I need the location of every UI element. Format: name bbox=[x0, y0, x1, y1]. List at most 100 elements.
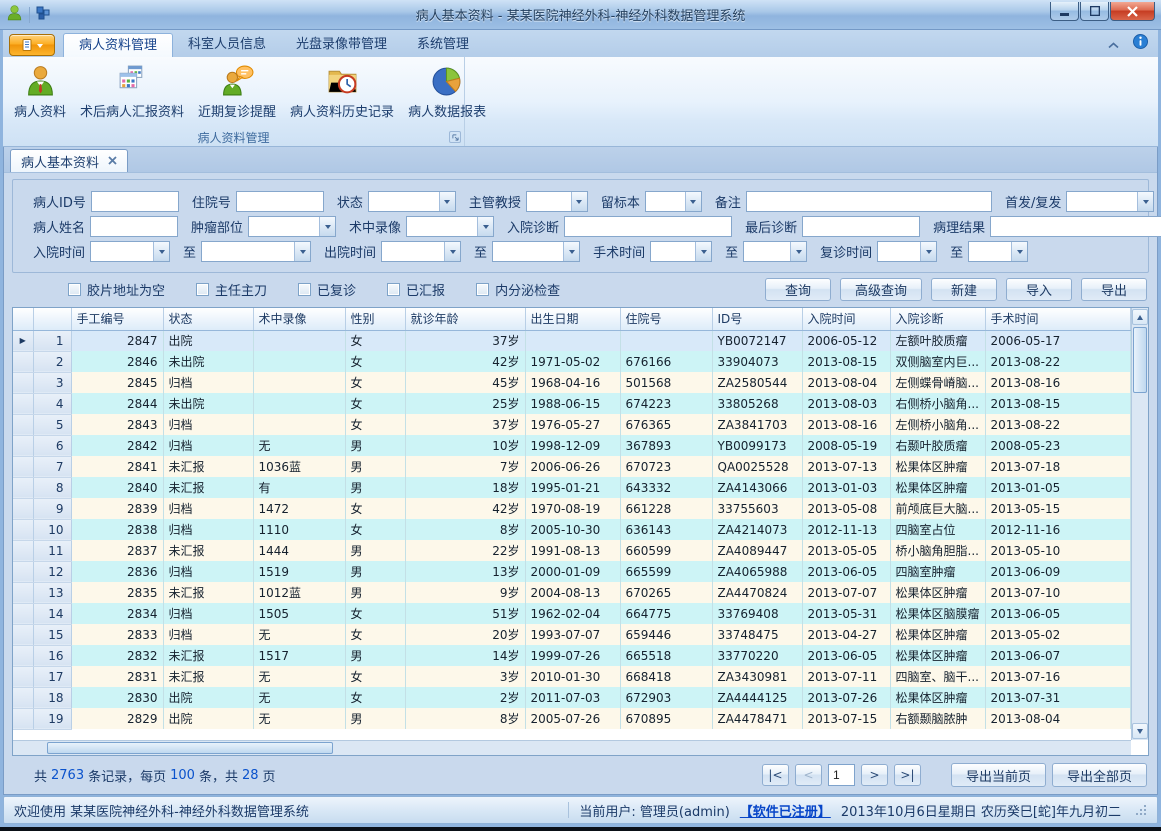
postop-report-button[interactable]: 术后病人汇报资料 bbox=[73, 61, 191, 123]
column-header[interactable]: 手术时间 bbox=[985, 308, 1131, 330]
ribbon-tab-department-staff[interactable]: 科室人员信息 bbox=[173, 33, 281, 57]
chevron-down-icon[interactable] bbox=[153, 242, 169, 261]
chevron-down-icon[interactable] bbox=[685, 192, 701, 211]
chevron-down-icon[interactable] bbox=[790, 242, 806, 261]
checkbox-icon[interactable] bbox=[196, 283, 209, 296]
chevron-down-icon[interactable] bbox=[477, 217, 493, 236]
checkbox-revisited[interactable]: 已复诊 bbox=[298, 280, 356, 299]
professor-combo[interactable] bbox=[526, 191, 588, 212]
chevron-down-icon[interactable] bbox=[444, 242, 460, 261]
admit-time-from-combo[interactable] bbox=[90, 241, 170, 262]
status-combo[interactable] bbox=[368, 191, 456, 212]
group-dialog-launcher-icon[interactable] bbox=[449, 131, 461, 143]
revisit-reminder-button[interactable]: 近期复诊提醒 bbox=[191, 61, 283, 123]
checkbox-icon[interactable] bbox=[298, 283, 311, 296]
scroll-up-icon[interactable] bbox=[1132, 309, 1148, 325]
tab-close-icon[interactable] bbox=[108, 154, 117, 169]
ribbon-tab-patient-management[interactable]: 病人资料管理 bbox=[63, 33, 173, 57]
table-row[interactable]: 62842归档无男10岁1998-12-09367893YB0099173200… bbox=[13, 435, 1131, 456]
checkbox-film-address-empty[interactable]: 胶片地址为空 bbox=[68, 280, 165, 299]
column-header[interactable]: 出生日期 bbox=[525, 308, 620, 330]
patient-report-button[interactable]: 病人数据报表 bbox=[401, 61, 493, 123]
column-header[interactable]: 术中录像 bbox=[253, 308, 345, 330]
table-row[interactable]: 132835未汇报1012蓝男9岁2004-08-13670265ZA44708… bbox=[13, 582, 1131, 603]
first-page-button[interactable]: |< bbox=[762, 764, 789, 786]
table-row[interactable]: 182830出院无女2岁2011-07-03672903ZA4444125201… bbox=[13, 687, 1131, 708]
final-diagnosis-input[interactable] bbox=[802, 216, 920, 237]
surgery-video-combo[interactable] bbox=[406, 216, 494, 237]
column-header[interactable]: 性别 bbox=[345, 308, 405, 330]
column-header[interactable]: 手工编号 bbox=[71, 308, 163, 330]
document-tab-patient-basic[interactable]: 病人基本资料 bbox=[10, 149, 128, 172]
quick-access-icon[interactable] bbox=[36, 5, 52, 25]
table-row[interactable]: 162832未汇报1517男14岁1999-07-266655183377022… bbox=[13, 645, 1131, 666]
info-icon[interactable] bbox=[1133, 34, 1148, 53]
checkbox-icon[interactable] bbox=[68, 283, 81, 296]
chevron-down-icon[interactable] bbox=[563, 242, 579, 261]
close-button[interactable] bbox=[1110, 2, 1155, 21]
new-button[interactable]: 新建 bbox=[931, 278, 997, 301]
revisit-time-to-combo[interactable] bbox=[968, 241, 1028, 262]
table-row[interactable]: 102838归档1110女8岁2005-10-30636143ZA4214073… bbox=[13, 519, 1131, 540]
vertical-scrollbar[interactable] bbox=[1131, 308, 1148, 740]
remarks-input[interactable] bbox=[746, 191, 992, 212]
collapse-ribbon-icon[interactable] bbox=[1108, 34, 1119, 53]
chevron-down-icon[interactable] bbox=[1137, 192, 1153, 211]
chevron-down-icon[interactable] bbox=[294, 242, 310, 261]
admit-time-to-combo[interactable] bbox=[201, 241, 311, 262]
import-button[interactable]: 导入 bbox=[1006, 278, 1072, 301]
chevron-down-icon[interactable] bbox=[1011, 242, 1027, 261]
tumor-site-combo[interactable] bbox=[248, 216, 336, 237]
table-row[interactable]: 152833归档无女20岁1993-07-0765944633748475201… bbox=[13, 624, 1131, 645]
chevron-down-icon[interactable] bbox=[319, 217, 335, 236]
table-row[interactable]: 192829出院无男8岁2005-07-26670895ZA4478471201… bbox=[13, 708, 1131, 729]
application-menu-button[interactable] bbox=[9, 34, 55, 56]
export-button[interactable]: 导出 bbox=[1081, 278, 1147, 301]
chevron-down-icon[interactable] bbox=[920, 242, 936, 261]
chevron-down-icon[interactable] bbox=[571, 192, 587, 211]
admission-diagnosis-input[interactable] bbox=[564, 216, 732, 237]
table-row[interactable]: ▶12847出院女37岁YB00721472006-05-12左额叶胶质瘤200… bbox=[13, 330, 1131, 351]
specimen-combo[interactable] bbox=[645, 191, 702, 212]
patient-id-input[interactable] bbox=[91, 191, 179, 212]
column-header[interactable]: 入院诊断 bbox=[890, 308, 985, 330]
discharge-time-to-combo[interactable] bbox=[492, 241, 580, 262]
column-header[interactable]: 住院号 bbox=[620, 308, 712, 330]
table-row[interactable]: 122836归档1519男13岁2000-01-09665599ZA406598… bbox=[13, 561, 1131, 582]
table-row[interactable]: 92839归档1472女42岁1970-08-19661228337556032… bbox=[13, 498, 1131, 519]
register-status-link[interactable]: 【软件已注册】 bbox=[740, 801, 831, 820]
table-row[interactable]: 142834归档1505女51岁1962-02-0466477533769408… bbox=[13, 603, 1131, 624]
inpatient-no-input[interactable] bbox=[236, 191, 324, 212]
table-row[interactable]: 52843归档女37岁1976-05-27676365ZA38417032013… bbox=[13, 414, 1131, 435]
discharge-time-from-combo[interactable] bbox=[381, 241, 461, 262]
table-row[interactable]: 112837未汇报1444男22岁1991-08-13660599ZA40894… bbox=[13, 540, 1131, 561]
column-header[interactable]: 入院时间 bbox=[802, 308, 890, 330]
first-recurrence-combo[interactable] bbox=[1066, 191, 1154, 212]
prev-page-button[interactable]: < bbox=[795, 764, 822, 786]
patient-name-input[interactable] bbox=[90, 216, 178, 237]
table-row[interactable]: 42844未出院女25岁1988-06-15674223338052682013… bbox=[13, 393, 1131, 414]
table-row[interactable]: 82840未汇报有男18岁1995-01-21643332ZA414306620… bbox=[13, 477, 1131, 498]
checkbox-icon[interactable] bbox=[476, 283, 489, 296]
app-logo-icon[interactable] bbox=[6, 4, 23, 25]
checkbox-icon[interactable] bbox=[387, 283, 400, 296]
last-page-button[interactable]: >| bbox=[894, 764, 921, 786]
chevron-down-icon[interactable] bbox=[439, 192, 455, 211]
pathology-result-input[interactable] bbox=[990, 216, 1161, 237]
surgery-time-from-combo[interactable] bbox=[650, 241, 712, 262]
patient-record-button[interactable]: 病人资料 bbox=[7, 61, 73, 123]
checkbox-chief-surgeon[interactable]: 主任主刀 bbox=[196, 280, 267, 299]
export-current-page-button[interactable]: 导出当前页 bbox=[951, 763, 1046, 787]
vertical-scroll-thumb[interactable] bbox=[1133, 327, 1147, 393]
column-header[interactable]: 就诊年龄 bbox=[405, 308, 525, 330]
export-all-pages-button[interactable]: 导出全部页 bbox=[1052, 763, 1147, 787]
table-row[interactable]: 32845归档女45岁1968-04-16501568ZA25805442013… bbox=[13, 372, 1131, 393]
horizontal-scrollbar[interactable] bbox=[13, 740, 1131, 755]
query-button[interactable]: 查询 bbox=[765, 278, 831, 301]
ribbon-tab-system[interactable]: 系统管理 bbox=[402, 33, 484, 57]
surgery-time-to-combo[interactable] bbox=[743, 241, 807, 262]
resize-grip-icon[interactable] bbox=[1135, 804, 1147, 816]
horizontal-scroll-thumb[interactable] bbox=[47, 742, 333, 754]
patient-history-button[interactable]: 病人资料历史记录 bbox=[283, 61, 401, 123]
next-page-button[interactable]: > bbox=[861, 764, 888, 786]
